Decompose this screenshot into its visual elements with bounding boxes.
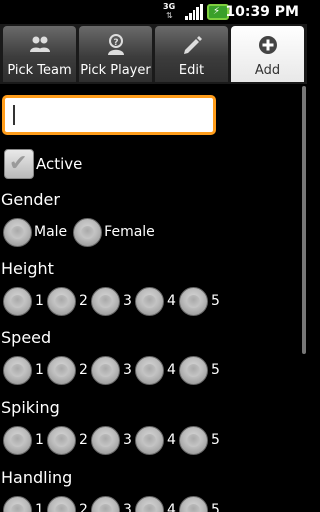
- radio-handling-5[interactable]: [179, 495, 208, 512]
- tab-pick-team[interactable]: Pick Team: [3, 26, 76, 82]
- radio-female-label: Female: [104, 224, 155, 240]
- height-radio-group: 1 2 3 4 5: [3, 286, 223, 316]
- radio-spiking-2-label: 2: [79, 432, 88, 448]
- radio-height-1-label: 1: [35, 293, 44, 309]
- tab-edit-label: Edit: [178, 63, 205, 78]
- text-cursor: [13, 105, 15, 125]
- status-icons: 3G ⇅ ⚡: [163, 2, 231, 21]
- tab-add[interactable]: Add: [231, 26, 304, 82]
- active-label: Active: [36, 155, 83, 173]
- radio-handling-1-label: 1: [35, 502, 44, 512]
- tab-bar: Pick Team ? Pick Player Edit Add: [0, 24, 307, 84]
- radio-speed-4[interactable]: [135, 355, 164, 385]
- radio-handling-4[interactable]: [135, 495, 164, 512]
- plus-circle-icon: [257, 34, 279, 56]
- radio-height-4[interactable]: [135, 286, 164, 316]
- radio-handling-2[interactable]: [47, 495, 76, 512]
- scrollbar[interactable]: [302, 86, 306, 354]
- radio-height-3[interactable]: [91, 286, 120, 316]
- radio-male[interactable]: [3, 217, 32, 247]
- radio-speed-1[interactable]: [3, 355, 32, 385]
- radio-speed-2-label: 2: [79, 362, 88, 378]
- radio-height-4-label: 4: [167, 293, 176, 309]
- active-checkbox-row: ✔ Active: [4, 148, 82, 180]
- network-3g-icon: 3G ⇅: [163, 2, 176, 20]
- radio-speed-5-label: 5: [211, 362, 220, 378]
- checkmark-icon: ✔: [9, 151, 28, 176]
- radio-handling-4-label: 4: [167, 502, 176, 512]
- radio-speed-3-label: 3: [123, 362, 132, 378]
- tab-pick-player[interactable]: ? Pick Player: [79, 26, 152, 82]
- player-name-input[interactable]: [2, 95, 216, 135]
- radio-height-5[interactable]: [179, 286, 208, 316]
- speed-label: Speed: [1, 328, 52, 347]
- group-icon: [29, 34, 51, 56]
- radio-height-2[interactable]: [47, 286, 76, 316]
- radio-handling-1[interactable]: [3, 495, 32, 512]
- tab-add-label: Add: [254, 63, 281, 78]
- svg-text:?: ?: [113, 38, 118, 48]
- radio-height-5-label: 5: [211, 293, 220, 309]
- status-bar: 3G ⇅ ⚡ 10:39 PM: [0, 0, 307, 24]
- radio-spiking-1[interactable]: [3, 425, 32, 455]
- radio-spiking-4[interactable]: [135, 425, 164, 455]
- pencil-icon: [181, 34, 203, 56]
- radio-spiking-5[interactable]: [179, 425, 208, 455]
- radio-spiking-3-label: 3: [123, 432, 132, 448]
- radio-handling-2-label: 2: [79, 502, 88, 512]
- handling-radio-group: 1 2 3 4 5: [3, 495, 223, 512]
- radio-spiking-2[interactable]: [47, 425, 76, 455]
- gender-label: Gender: [1, 190, 60, 209]
- radio-female[interactable]: [73, 217, 103, 247]
- tab-pick-team-label: Pick Team: [7, 63, 72, 78]
- radio-speed-3[interactable]: [91, 355, 120, 385]
- status-clock: 10:39 PM: [225, 4, 299, 20]
- person-help-icon: ?: [105, 34, 127, 56]
- tab-pick-player-label: Pick Player: [80, 63, 151, 78]
- radio-handling-5-label: 5: [211, 502, 220, 512]
- active-checkbox[interactable]: ✔: [4, 149, 34, 179]
- radio-height-2-label: 2: [79, 293, 88, 309]
- network-type-label: 3G: [163, 2, 176, 11]
- radio-handling-3[interactable]: [91, 495, 120, 512]
- radio-height-3-label: 3: [123, 293, 132, 309]
- radio-spiking-4-label: 4: [167, 432, 176, 448]
- radio-male-label: Male: [34, 224, 68, 240]
- radio-speed-2[interactable]: [47, 355, 76, 385]
- radio-spiking-1-label: 1: [35, 432, 44, 448]
- radio-spiking-3[interactable]: [91, 425, 120, 455]
- radio-spiking-5-label: 5: [211, 432, 220, 448]
- radio-speed-4-label: 4: [167, 362, 176, 378]
- height-label: Height: [1, 259, 54, 278]
- gender-radio-group: Male Female: [3, 217, 161, 247]
- add-player-form: ✔ Active Gender Male Female Height 1 2 3…: [0, 84, 307, 512]
- radio-height-1[interactable]: [3, 286, 32, 316]
- spiking-radio-group: 1 2 3 4 5: [3, 425, 223, 455]
- tab-edit[interactable]: Edit: [155, 26, 228, 82]
- signal-strength-icon: [185, 4, 203, 20]
- radio-speed-5[interactable]: [179, 355, 208, 385]
- radio-handling-3-label: 3: [123, 502, 132, 512]
- spiking-label: Spiking: [1, 398, 60, 417]
- radio-speed-1-label: 1: [35, 362, 44, 378]
- speed-radio-group: 1 2 3 4 5: [3, 355, 223, 385]
- handling-label: Handling: [1, 468, 73, 487]
